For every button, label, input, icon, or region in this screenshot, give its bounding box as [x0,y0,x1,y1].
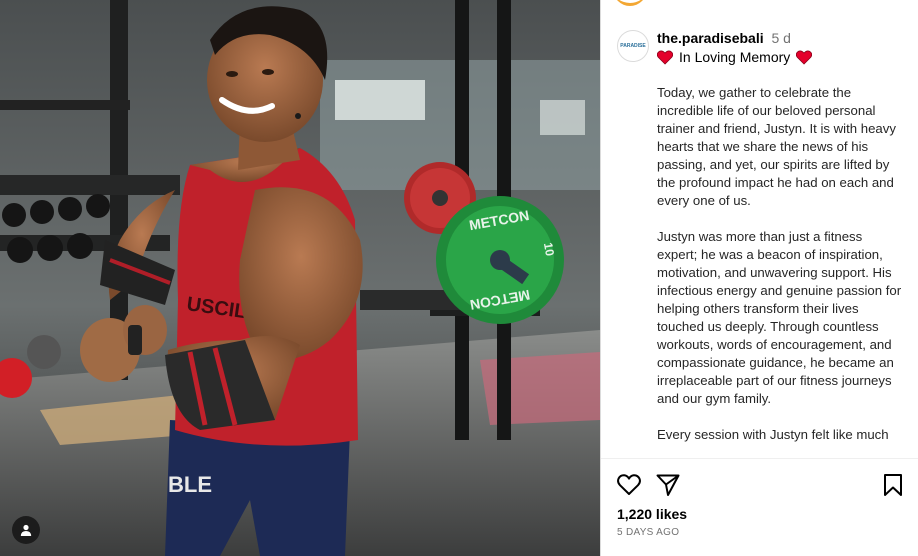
shorts-print: BLE [168,472,212,497]
username-link[interactable]: the.paradisebali [657,30,764,46]
share-button[interactable] [655,472,681,498]
like-button[interactable] [616,472,642,498]
caption-header: PARADISE the.paradisebali 5 d In Loving … [601,28,918,66]
save-button[interactable] [880,472,906,498]
caption-body: Today, we gather to celebrate the incred… [657,84,903,444]
memory-text: In Loving Memory [679,49,791,65]
story-ring-partial [613,0,647,6]
caption-paragraph: Justyn was more than just a fitness expe… [657,229,902,406]
tagged-users-button[interactable] [12,516,40,544]
red-heart-emoji-icon [657,50,673,65]
bookmark-icon [884,474,902,496]
actions-divider [601,458,918,459]
caption-scroll-area[interactable]: PARADISE the.paradisebali 5 d In Loving … [601,28,918,458]
post-photo[interactable]: METCON METCON 10 BLE USCIL [0,0,600,556]
post-date[interactable]: 5 DAYS AGO [617,527,679,538]
post-time[interactable]: 5 d [771,30,790,46]
likes-count[interactable]: 1,220 likes [617,506,687,522]
user-tag-icon [20,524,32,536]
caption-paragraph: Today, we gather to celebrate the incred… [657,85,896,208]
plate-weight: 10 [541,242,557,258]
post-sidebar: PARADISE the.paradisebali 5 d In Loving … [600,0,918,556]
avatar[interactable]: PARADISE [617,30,649,62]
gym-photo-illustration: METCON METCON 10 BLE USCIL [0,0,600,556]
red-heart-emoji-icon [796,50,813,65]
avatar-logo-text: PARADISE [620,43,646,49]
send-icon [656,474,680,496]
caption-paragraph: Every session with Justyn felt like much [657,427,889,442]
heart-outline-icon [617,474,641,495]
memory-line: In Loving Memory [657,48,813,66]
action-bar [601,468,918,502]
instagram-post-view: METCON METCON 10 BLE USCIL PARADISE the.… [0,0,918,556]
